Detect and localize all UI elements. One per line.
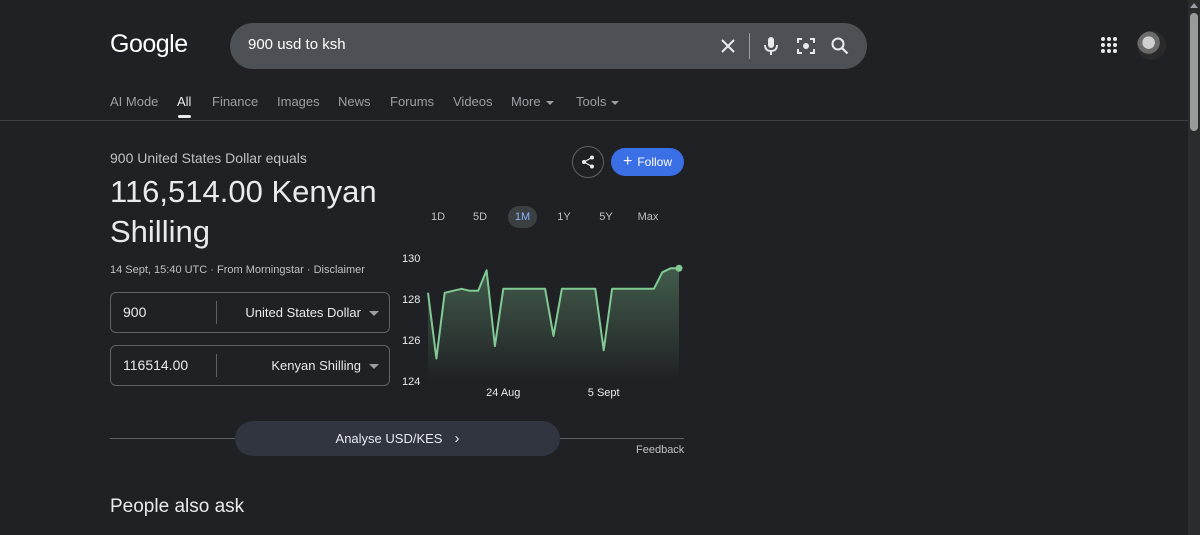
x-tick-label: 24 Aug: [486, 387, 520, 399]
scrollbar-thumb[interactable]: [1190, 13, 1198, 131]
share-button[interactable]: [572, 146, 604, 178]
search-input[interactable]: 900 usd to ksh: [248, 36, 346, 53]
tab-finance[interactable]: Finance: [212, 94, 258, 109]
range-1m[interactable]: 1M: [508, 206, 537, 228]
tab-more-label: More: [511, 94, 541, 109]
chevron-down-icon[interactable]: [369, 364, 379, 369]
to-currency-select[interactable]: Kenyan Shilling: [271, 358, 361, 373]
people-also-ask-heading: People also ask: [110, 496, 245, 517]
tab-news[interactable]: News: [338, 94, 371, 109]
conversion-result: 116,514.00 Kenyan Shilling: [110, 174, 377, 249]
to-currency-box: 116514.00 Kenyan Shilling: [110, 345, 390, 386]
analyse-button[interactable]: Analyse USD/KES ›: [235, 421, 560, 456]
range-1d[interactable]: 1D: [425, 206, 451, 228]
chevron-right-icon: ›: [454, 430, 460, 447]
chevron-down-icon: [545, 100, 554, 105]
google-logo[interactable]: Google: [110, 30, 188, 59]
microphone-icon[interactable]: [759, 34, 783, 58]
conversion-meta: 14 Sept, 15:40 UTC · From Morningstar · …: [110, 264, 365, 276]
range-max[interactable]: Max: [634, 206, 662, 228]
search-divider: [749, 33, 750, 59]
scrollbar[interactable]: [1188, 0, 1200, 535]
apps-grid-icon[interactable]: [1099, 35, 1119, 55]
range-5y[interactable]: 5Y: [593, 206, 619, 228]
conversion-equals-text: 900 United States Dollar equals: [110, 150, 307, 166]
field-divider: [216, 354, 217, 377]
search-icon[interactable]: [828, 34, 852, 58]
chevron-down-icon[interactable]: [369, 311, 379, 316]
from-currency-box: 900 United States Dollar: [110, 292, 390, 333]
feedback-link[interactable]: Feedback: [636, 444, 684, 456]
divider-line: [110, 438, 235, 439]
tab-forums[interactable]: Forums: [390, 94, 434, 109]
series-area: [428, 268, 679, 381]
lens-icon[interactable]: [794, 34, 818, 58]
divider-line: [560, 438, 684, 439]
plus-icon: +: [622, 153, 633, 170]
to-amount-input[interactable]: 116514.00: [123, 357, 188, 373]
account-avatar[interactable]: [1137, 31, 1166, 60]
y-tick-label: 130: [402, 253, 420, 265]
range-1y[interactable]: 1Y: [551, 206, 577, 228]
tab-tools-label: Tools: [576, 94, 607, 109]
follow-button[interactable]: + Follow: [611, 148, 684, 176]
exchange-rate-chart: 130 128 126 124 24 Aug 5 Sept: [402, 253, 683, 399]
last-point-marker: [675, 264, 683, 272]
y-tick-label: 124: [402, 376, 420, 388]
field-divider: [216, 301, 217, 324]
follow-label: Follow: [637, 155, 673, 169]
analyse-label: Analyse USD/KES: [335, 431, 443, 446]
tab-images[interactable]: Images: [277, 94, 320, 109]
tab-videos[interactable]: Videos: [453, 94, 493, 109]
tab-more[interactable]: More: [511, 94, 554, 109]
scroll-up-arrow-icon[interactable]: [1190, 3, 1198, 8]
search-bar[interactable]: 900 usd to ksh: [230, 23, 867, 69]
tab-ai-mode[interactable]: AI Mode: [110, 94, 158, 109]
from-amount-input[interactable]: 900: [123, 304, 146, 320]
from-currency-select[interactable]: United States Dollar: [245, 305, 361, 320]
tab-all[interactable]: All: [177, 94, 191, 109]
range-5d[interactable]: 5D: [467, 206, 493, 228]
x-tick-label: 5 Sept: [588, 387, 620, 399]
y-tick-label: 128: [402, 294, 420, 306]
share-icon: [582, 155, 594, 169]
tab-tools[interactable]: Tools: [576, 94, 620, 109]
chevron-down-icon: [611, 100, 620, 105]
tabs-divider: [0, 120, 1188, 121]
y-tick-label: 126: [402, 335, 420, 347]
clear-icon[interactable]: [716, 34, 740, 58]
active-tab-indicator: [178, 115, 191, 118]
